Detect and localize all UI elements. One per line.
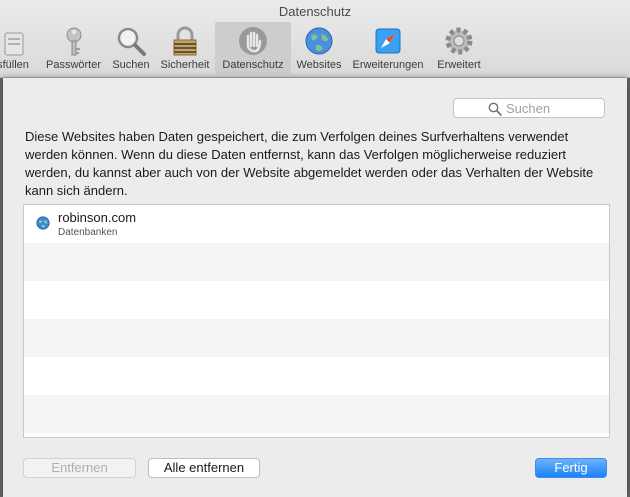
toolbar-item-passwords[interactable]: Passwörter — [42, 22, 105, 74]
search-field[interactable] — [453, 98, 605, 118]
puzzle-compass-icon — [375, 28, 401, 54]
remove-all-button[interactable]: Alle entfernen — [148, 458, 260, 478]
toolbar-item-label: Websites — [296, 59, 342, 71]
done-button[interactable]: Fertig — [535, 458, 607, 478]
website-data-sheet: Diese Websites haben Daten gespeichert, … — [3, 78, 627, 497]
toolbar-item-websites[interactable]: Websites — [294, 22, 344, 74]
window-title: Datenschutz — [278, 4, 352, 19]
toolbar-item-label: Passwörter — [45, 59, 102, 71]
remove-button[interactable]: Entfernen — [23, 458, 136, 478]
globe-icon — [36, 216, 50, 230]
toolbar-item-label: Sicherheit — [160, 59, 210, 71]
toolbar-item-security[interactable]: Sicherheit — [157, 22, 213, 74]
magnifier-icon — [117, 27, 146, 56]
toolbar-item-label: Datenschutz — [222, 59, 284, 71]
website-list[interactable]: robinson.com Datenbanken — [23, 204, 610, 438]
toolbar-item-advanced[interactable]: Erweitert — [432, 22, 486, 74]
toolbar-item-label: Erweitert — [437, 59, 481, 71]
gear-icon — [445, 27, 473, 55]
search-input[interactable] — [506, 100, 600, 116]
toolbar-item-label: Erweiterungen — [352, 59, 424, 71]
website-data-type: Datenbanken — [58, 227, 118, 238]
empty-row — [24, 243, 609, 281]
toolbar-item-label: Suchen — [112, 59, 150, 71]
website-name: robinson.com — [58, 210, 137, 225]
toolbar-item-label: sfüllen — [0, 59, 29, 71]
toolbar-item-search[interactable]: Suchen — [108, 22, 154, 74]
autofill-icon — [4, 32, 24, 56]
search-icon — [488, 102, 502, 116]
lock-icon — [173, 26, 197, 56]
key-icon — [66, 27, 81, 56]
list-item[interactable]: robinson.com Datenbanken — [24, 205, 609, 243]
toolbar-item-extensions[interactable]: Erweiterungen — [348, 22, 428, 74]
preferences-toolbar: Datenschutz sfüllen Passwörter Suchen Si… — [0, 0, 630, 78]
globe-icon — [305, 27, 333, 55]
empty-row — [24, 281, 609, 319]
toolbar-item-privacy[interactable]: Datenschutz — [215, 22, 291, 74]
hand-icon — [239, 27, 267, 55]
empty-row — [24, 395, 609, 433]
description-text: Diese Websites haben Daten gespeichert, … — [25, 129, 594, 198]
empty-row — [24, 357, 609, 395]
toolbar-item-autofill[interactable]: sfüllen — [0, 22, 38, 74]
empty-row — [24, 319, 609, 357]
